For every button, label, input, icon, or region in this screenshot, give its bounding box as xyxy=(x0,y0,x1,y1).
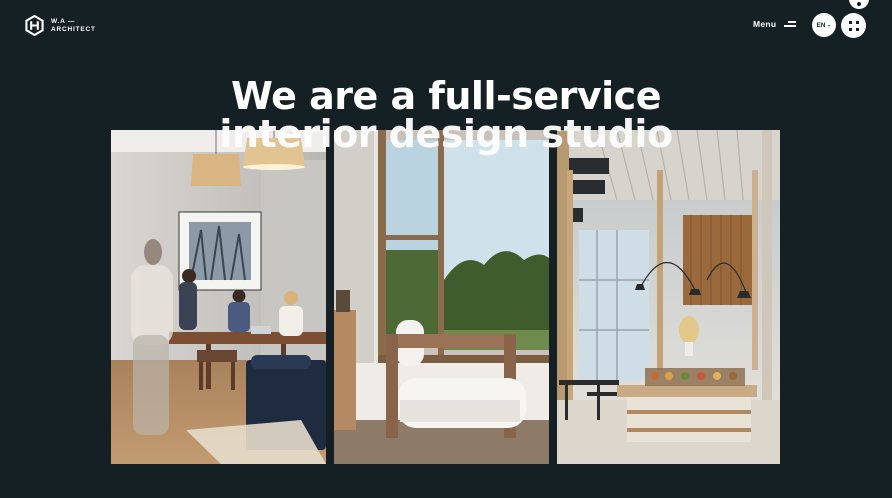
language-label: EN xyxy=(816,21,826,29)
language-selector[interactable]: EN ⌄ xyxy=(812,13,836,37)
brand-name-line2: ARCHITECT xyxy=(51,25,96,33)
menu-label: Menu xyxy=(753,19,777,29)
hamburger-icon xyxy=(784,20,797,28)
brand-logo[interactable]: W.A — ARCHITECT xyxy=(25,15,96,36)
cursor-dot-icon xyxy=(857,2,861,6)
gallery-divider-1 xyxy=(326,130,334,464)
gallery-image-restaurant xyxy=(557,130,780,464)
gallery-divider-2 xyxy=(549,130,557,464)
menu-button[interactable]: Menu xyxy=(753,19,797,29)
page: W.A — ARCHITECT Menu EN ⌄ We are a full-… xyxy=(0,0,892,498)
hero-headline-line2: interior design studio xyxy=(219,112,673,156)
hero-headline: We are a full-service interior design st… xyxy=(0,77,892,153)
cursor-indicator xyxy=(849,0,869,9)
gallery-image-office xyxy=(111,130,326,464)
grid-view-button[interactable] xyxy=(841,13,866,38)
brand-name-line1: W.A — xyxy=(51,17,76,25)
chevron-down-icon: ⌄ xyxy=(826,22,832,28)
brand-name: W.A — ARCHITECT xyxy=(51,18,96,34)
hexagon-h-logo-icon xyxy=(25,15,44,36)
grid-dots-icon xyxy=(848,20,859,31)
gallery-image-lounge xyxy=(334,130,549,464)
